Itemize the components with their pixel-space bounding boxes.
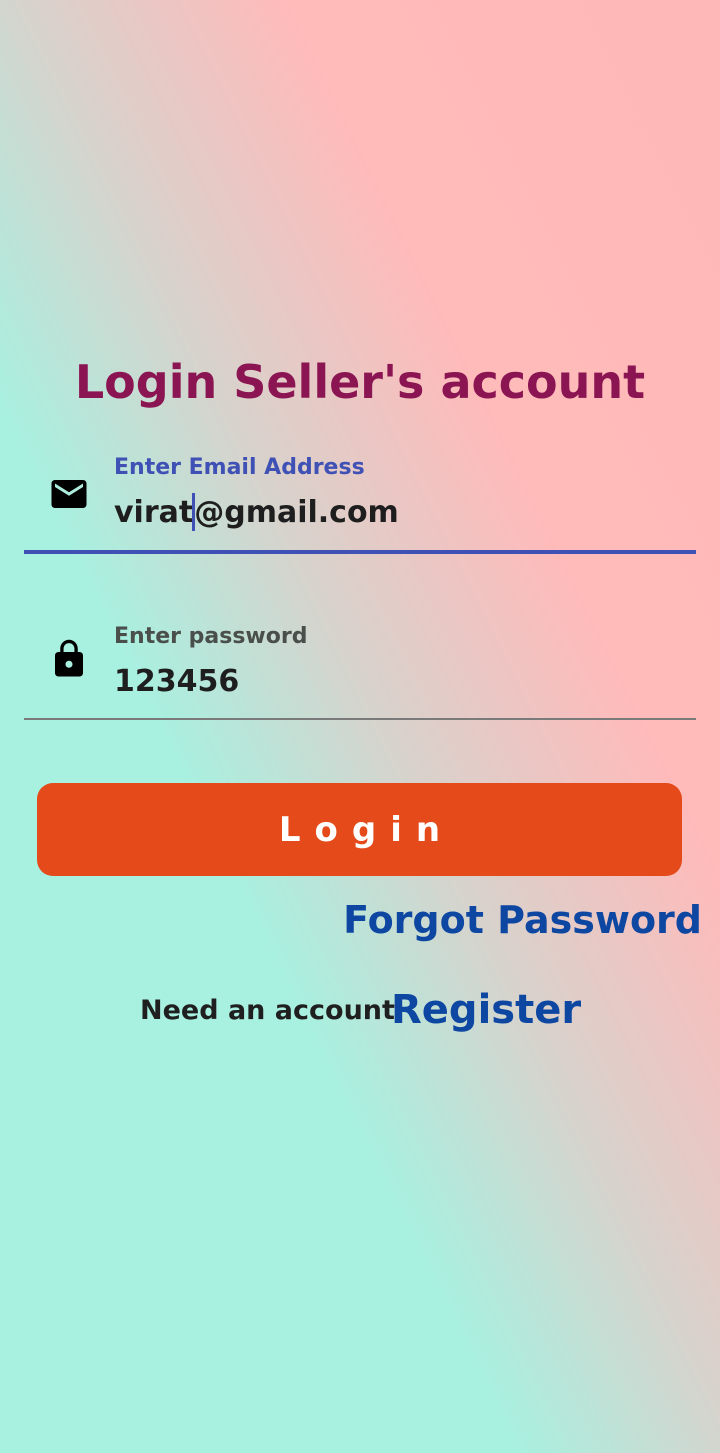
email-input[interactable]: virat @gmail.com xyxy=(114,491,399,533)
register-prompt: Need an account xyxy=(140,995,395,1026)
email-underline xyxy=(24,550,696,554)
password-field[interactable]: Enter password 123456 xyxy=(24,622,696,722)
forgot-password-link[interactable]: Forgot Password xyxy=(343,898,702,942)
lock-icon xyxy=(48,638,90,680)
password-input[interactable]: 123456 xyxy=(114,660,239,702)
email-value-end: @gmail.com xyxy=(194,494,399,530)
email-label: Enter Email Address xyxy=(114,455,365,480)
page-title: Login Seller's account xyxy=(74,355,646,409)
email-value-start: virat xyxy=(114,494,194,530)
email-field[interactable]: Enter Email Address virat @gmail.com xyxy=(24,455,696,555)
mail-icon xyxy=(48,473,90,515)
login-button[interactable]: Login xyxy=(37,783,682,876)
password-underline xyxy=(24,718,696,720)
password-label: Enter password xyxy=(114,624,308,649)
register-link[interactable]: Register xyxy=(391,987,581,1033)
